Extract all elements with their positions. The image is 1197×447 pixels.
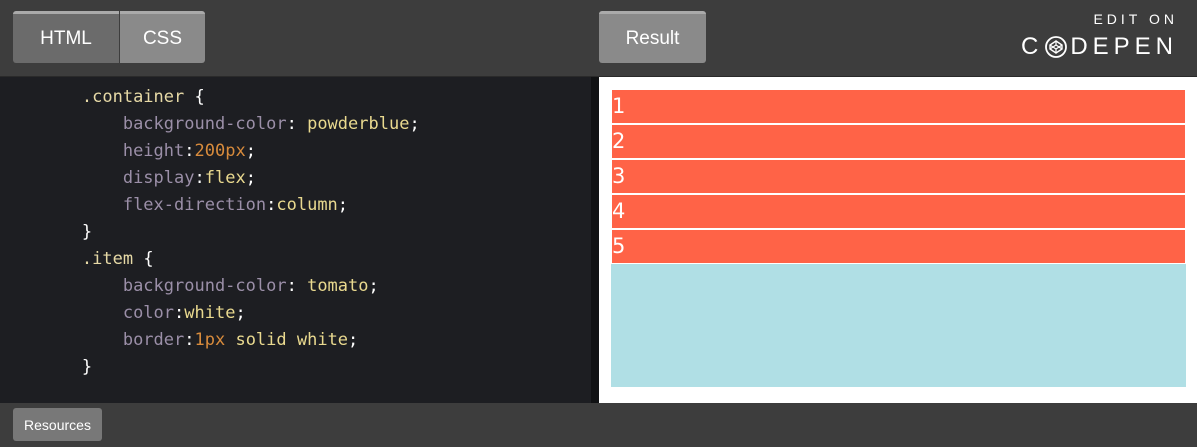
- flex-item: 5: [611, 229, 1186, 264]
- flex-item: 3: [611, 159, 1186, 194]
- code-prop: background-color: [122, 114, 287, 134]
- result-pane: 1 2 3 4 5: [599, 77, 1197, 403]
- code-prop: flex-direction: [122, 195, 267, 215]
- code-sep: :: [184, 141, 195, 161]
- code-line-5: flex-direction:column;: [0, 192, 348, 218]
- container-selector: .container: [81, 87, 185, 107]
- wordmark-left: C: [1020, 33, 1044, 60]
- code-sep: :: [286, 114, 308, 134]
- code-line-3: height:200px;: [0, 138, 256, 164]
- code-line-2: background-color: powderblue;: [0, 111, 420, 137]
- code-line-1: .container {: [0, 84, 205, 110]
- tab-css[interactable]: CSS: [120, 11, 205, 63]
- code-sep: :: [286, 276, 308, 296]
- code-value: white: [184, 303, 236, 323]
- resources-button[interactable]: Resources: [13, 408, 102, 441]
- wordmark-right: DEPEN: [1070, 33, 1178, 60]
- code-value: column: [276, 195, 338, 215]
- code-number: 1px: [194, 330, 226, 350]
- code-line-9: color:white;: [0, 300, 246, 326]
- code-number: 200px: [194, 141, 246, 161]
- open-brace: {: [133, 249, 154, 269]
- edit-on-label: EDIT ON: [1093, 11, 1178, 27]
- code-line-8: background-color: tomato;: [0, 273, 379, 299]
- code-semicolon: ;: [368, 276, 379, 296]
- css-code-editor[interactable]: .container { background-color: powderblu…: [0, 77, 591, 403]
- code-semicolon: ;: [245, 168, 256, 188]
- code-sep: :: [184, 330, 195, 350]
- code-sep: :: [174, 303, 185, 323]
- code-semicolon: ;: [235, 303, 246, 323]
- code-sep: :: [266, 195, 277, 215]
- code-prop: height: [122, 141, 185, 161]
- codepen-wordmark: C DEPEN: [1021, 33, 1178, 61]
- close-brace: }: [81, 222, 93, 242]
- pane-resize-handle[interactable]: [591, 77, 599, 403]
- code-line-7: .item {: [0, 246, 154, 272]
- tab-result[interactable]: Result: [599, 11, 706, 63]
- code-prop: border: [122, 330, 185, 350]
- bottom-bar: Resources: [0, 403, 1197, 447]
- item-selector: .item: [81, 249, 134, 269]
- code-line-10: border:1px solid white;: [0, 327, 358, 353]
- open-brace: {: [184, 87, 205, 107]
- code-prop: background-color: [122, 276, 287, 296]
- top-bar: HTML CSS Result EDIT ON C DEPEN: [0, 0, 1197, 77]
- code-value: tomato: [307, 276, 369, 296]
- code-semicolon: ;: [409, 114, 420, 134]
- code-line-11: }: [0, 354, 92, 380]
- codepen-logo-icon: [1045, 36, 1068, 58]
- code-semicolon: ;: [245, 141, 256, 161]
- code-line-6: }: [0, 219, 92, 245]
- flex-item: 4: [611, 194, 1186, 229]
- close-brace: }: [81, 357, 93, 377]
- tab-html[interactable]: HTML: [13, 11, 119, 63]
- code-prop: color: [122, 303, 175, 323]
- code-value: flex: [204, 168, 246, 188]
- flex-item: 1: [611, 89, 1186, 124]
- code-semicolon: ;: [348, 330, 359, 350]
- flex-container: 1 2 3 4 5: [611, 89, 1186, 387]
- flex-item: 2: [611, 124, 1186, 159]
- code-prop: display: [122, 168, 195, 188]
- codepen-embed: HTML CSS Result EDIT ON C DEPEN .contain…: [0, 0, 1197, 447]
- code-value: powderblue: [307, 114, 410, 134]
- code-value: solid white: [225, 330, 349, 350]
- code-semicolon: ;: [337, 195, 349, 215]
- code-sep: :: [194, 168, 205, 188]
- code-line-4: display:flex;: [0, 165, 256, 191]
- edit-on-codepen-link[interactable]: EDIT ON C DEPEN: [1021, 11, 1178, 63]
